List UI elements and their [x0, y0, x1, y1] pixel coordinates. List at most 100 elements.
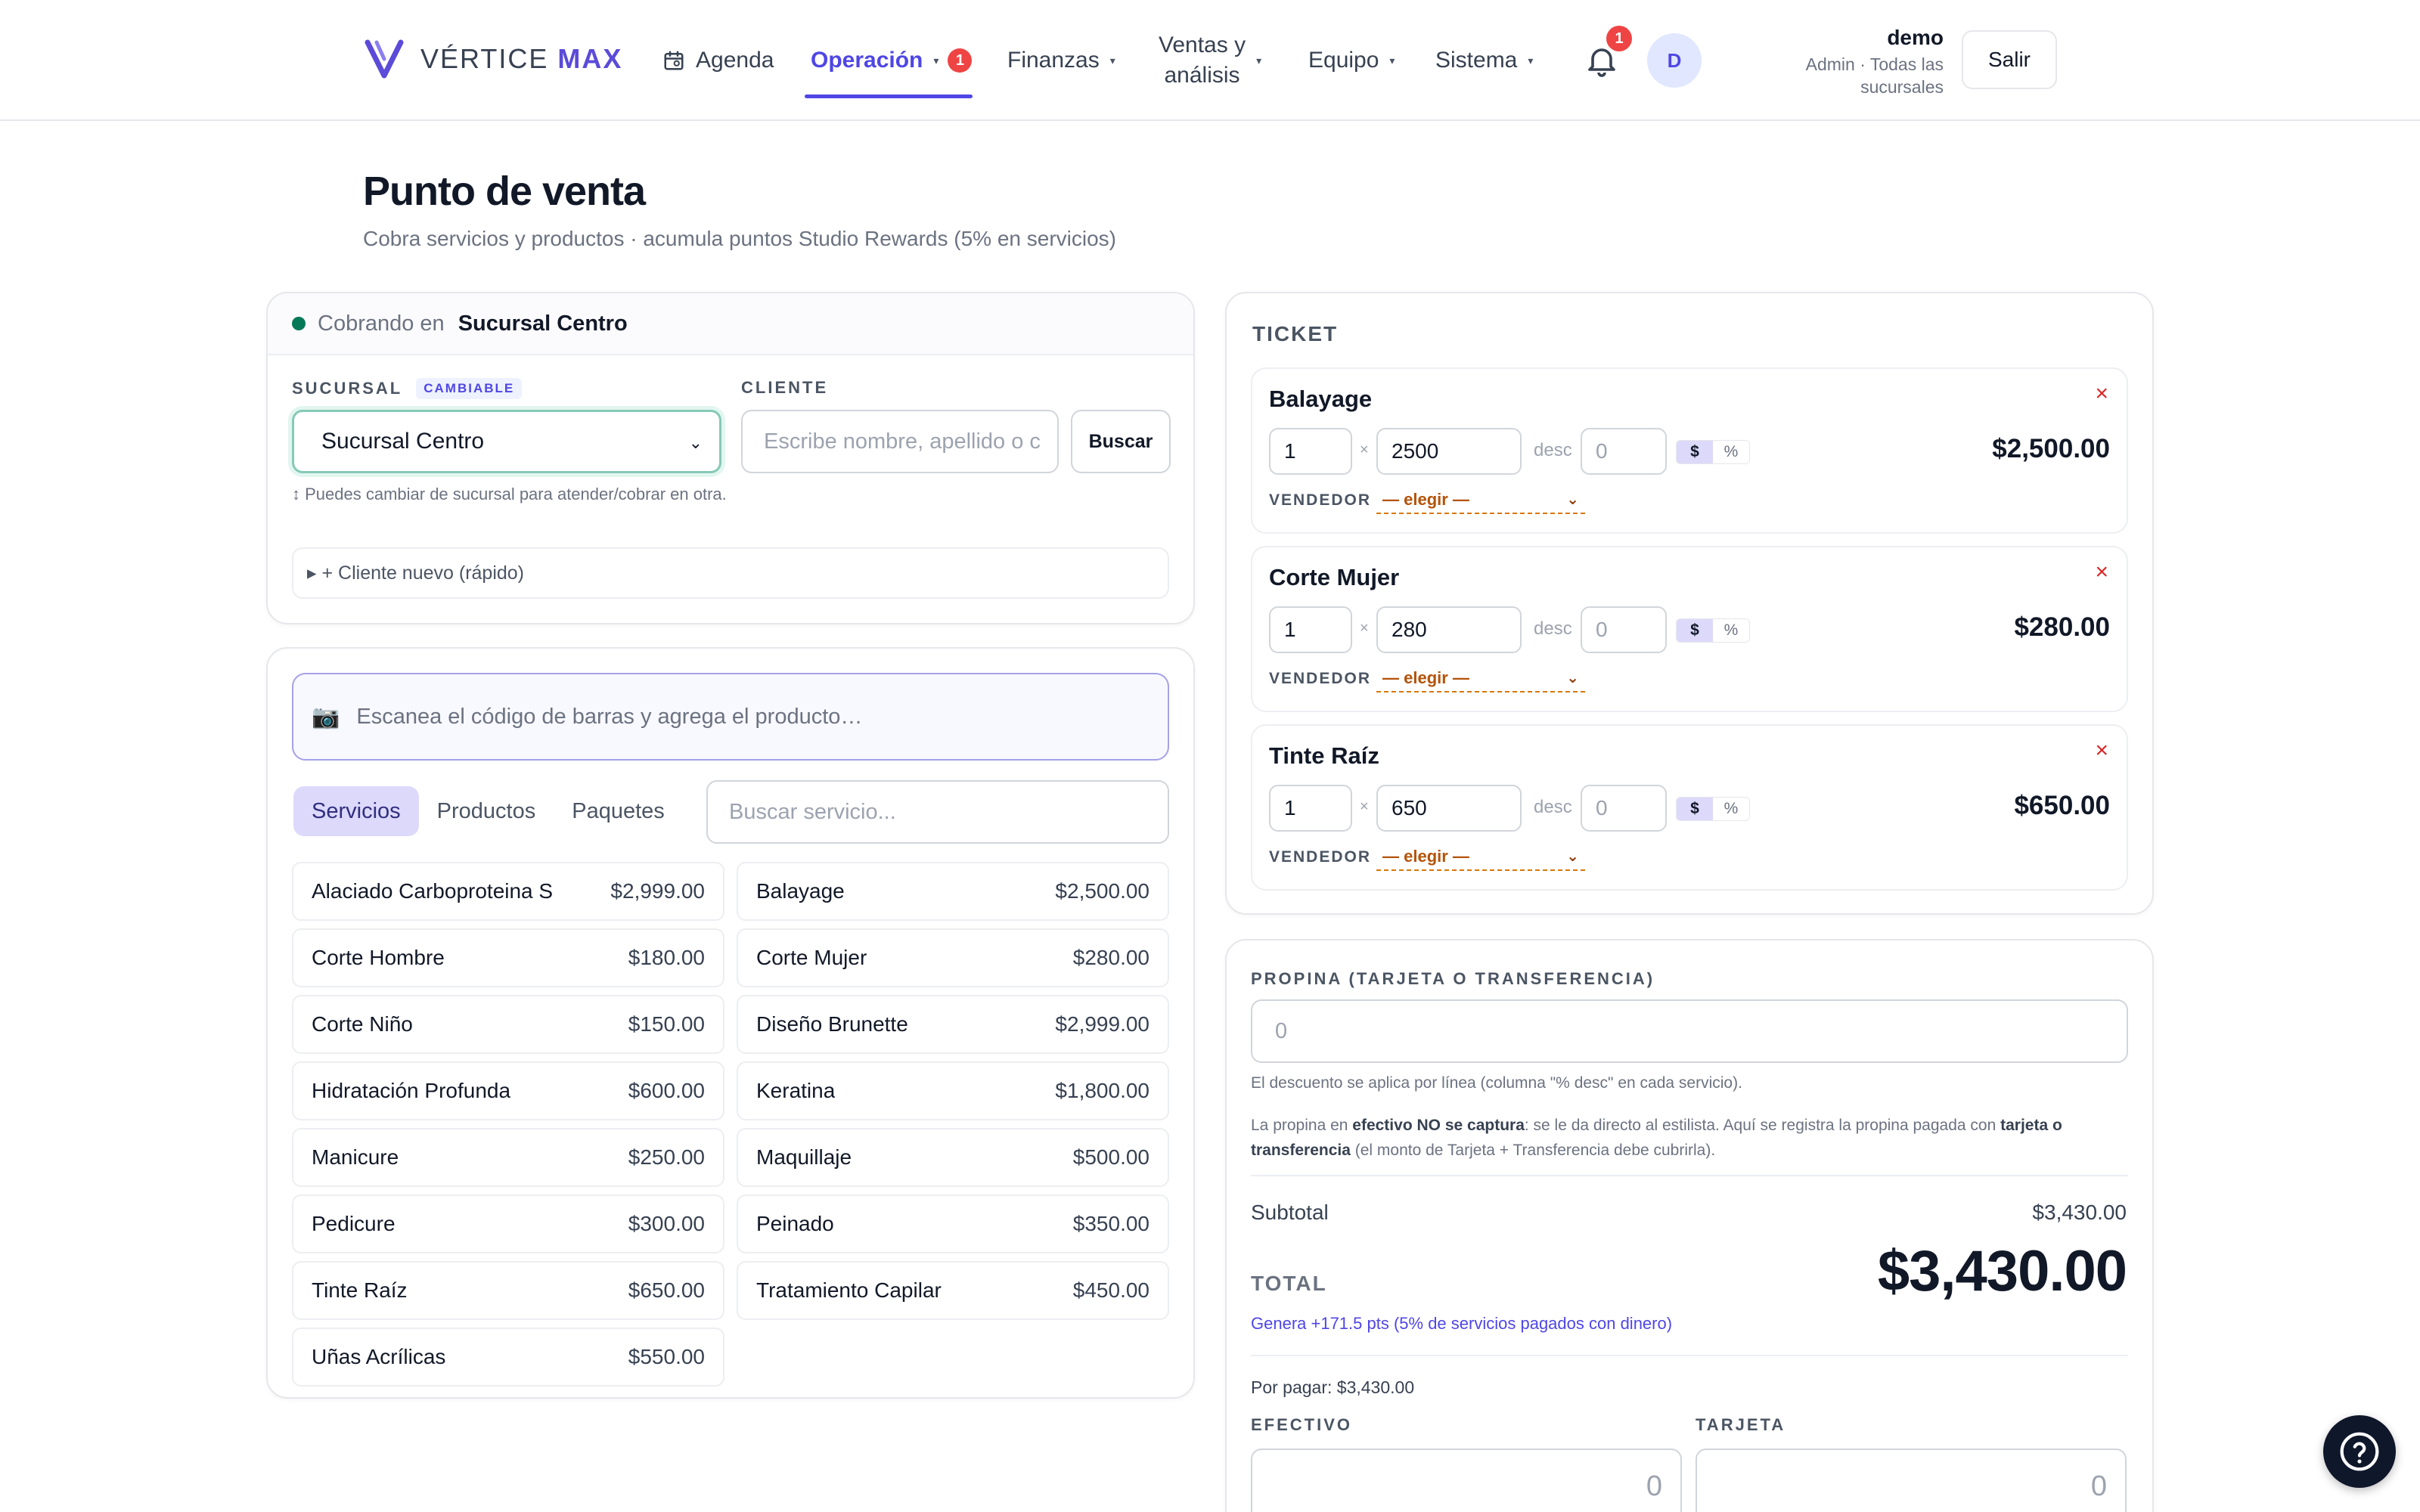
service-item[interactable]: Maquillaje $500.00: [737, 1128, 1169, 1187]
subtotal-value: $3,430.00: [2032, 1201, 2127, 1224]
logout-button[interactable]: Salir: [1962, 30, 2057, 89]
ticket-line-name: Balayage: [1269, 386, 1373, 412]
nav-ventas-label: Ventas y análisis: [1159, 33, 1246, 88]
top-navbar: VÉRTICE MAX Agenda Operación ▾ 1 Finanza…: [0, 0, 2420, 121]
caret-icon: ▾: [933, 54, 939, 67]
total-value: $3,430.00: [1877, 1239, 2127, 1303]
service-item[interactable]: Corte Mujer $280.00: [737, 928, 1169, 987]
sucursal-label-row: SUCURSAL CAMBIABLE: [292, 378, 523, 399]
remove-line-icon[interactable]: ×: [2095, 738, 2108, 764]
page-subtitle: Cobra servicios y productos · acumula pu…: [363, 227, 1116, 250]
tab-productos[interactable]: Productos: [419, 786, 554, 836]
vendor-select[interactable]: — elegir — ⌄: [1376, 665, 1585, 692]
divider: [1251, 1175, 2128, 1176]
unit-price-input[interactable]: 650: [1376, 785, 1522, 832]
subtotal-label: Subtotal: [1251, 1201, 1329, 1224]
times-icon: ×: [1360, 620, 1369, 637]
vendor-label: VENDEDOR: [1269, 491, 1372, 509]
tarjeta-label: TARJETA: [1696, 1415, 1786, 1434]
caret-icon: ▾: [1389, 54, 1395, 67]
tab-paquetes[interactable]: Paquetes: [554, 786, 683, 836]
chevron-down-icon: ⌄: [1566, 848, 1579, 865]
buscar-cliente-button[interactable]: Buscar: [1071, 410, 1171, 473]
discount-percent-option[interactable]: %: [1713, 441, 1749, 463]
discount-percent-option[interactable]: %: [1713, 619, 1749, 642]
nav-equipo[interactable]: Equipo ▾: [1308, 0, 1395, 121]
new-client-toggle[interactable]: ▸ + Cliente nuevo (rápido): [292, 547, 1169, 599]
times-icon: ×: [1360, 798, 1369, 815]
discount-type-toggle: $ %: [1676, 440, 1750, 464]
service-item[interactable]: Balayage $2,500.00: [737, 862, 1169, 921]
service-item[interactable]: Tinte Raíz $650.00: [292, 1261, 724, 1320]
remove-line-icon[interactable]: ×: [2095, 559, 2108, 585]
charging-branch: Sucursal Centro: [458, 311, 628, 336]
charging-banner: Cobrando en Sucursal Centro: [268, 293, 1193, 355]
service-item[interactable]: Keratina $1,800.00: [737, 1061, 1169, 1120]
nav-operacion-label: Operación: [811, 48, 923, 73]
discount-percent-option[interactable]: %: [1713, 798, 1749, 820]
quantity-input[interactable]: 1: [1269, 606, 1352, 653]
service-item[interactable]: Alaciado Carboproteina S $2,999.00: [292, 862, 724, 921]
service-item[interactable]: Manicure $250.00: [292, 1128, 724, 1187]
user-info: demo Admin · Todas las sucursales: [1747, 26, 1944, 98]
discount-money-option[interactable]: $: [1677, 441, 1713, 463]
sucursal-hint: ↕ Puedes cambiar de sucursal para atende…: [292, 485, 727, 503]
efectivo-label: EFECTIVO: [1251, 1415, 1353, 1434]
caret-icon: ▾: [1256, 54, 1262, 67]
efectivo-input[interactable]: 0: [1251, 1448, 1682, 1512]
camera-icon: 📷: [312, 704, 340, 730]
line-total: $650.00: [2014, 791, 2110, 820]
service-item[interactable]: Hidratación Profunda $600.00: [292, 1061, 724, 1120]
nav-agenda[interactable]: Agenda: [662, 0, 774, 121]
discount-money-option[interactable]: $: [1677, 798, 1713, 820]
tarjeta-input[interactable]: 0: [1696, 1448, 2127, 1512]
status-dot-icon: [292, 317, 306, 330]
discount-input[interactable]: 0: [1581, 606, 1667, 653]
tip-label: PROPINA (TARJETA O TRANSFERENCIA): [1251, 969, 1655, 988]
quantity-input[interactable]: 1: [1269, 428, 1352, 475]
avatar[interactable]: D: [1647, 33, 1702, 88]
nav-operacion[interactable]: Operación ▾ 1: [811, 0, 973, 121]
brand-logo[interactable]: VÉRTICE MAX: [365, 38, 622, 80]
remove-line-icon[interactable]: ×: [2095, 381, 2108, 407]
service-item[interactable]: Corte Hombre $180.00: [292, 928, 724, 987]
quantity-input[interactable]: 1: [1269, 785, 1352, 832]
unit-price-input[interactable]: 280: [1376, 606, 1522, 653]
service-item[interactable]: Corte Niño $150.00: [292, 995, 724, 1054]
nav-sistema[interactable]: Sistema ▾: [1435, 0, 1533, 121]
vendor-label: VENDEDOR: [1269, 848, 1372, 866]
vendor-select[interactable]: — elegir — ⌄: [1376, 487, 1585, 514]
cliente-search-input[interactable]: Escribe nombre, apellido o c: [741, 410, 1059, 473]
service-item[interactable]: Peinado $350.00: [737, 1194, 1169, 1253]
cliente-label: CLIENTE: [741, 378, 829, 397]
chevron-down-icon: ⌄: [1566, 670, 1579, 686]
nav-ventas[interactable]: Ventas y análisis ▾: [1159, 0, 1261, 121]
sucursal-select[interactable]: Sucursal Centro ⌄: [292, 410, 721, 473]
discount-input[interactable]: 0: [1581, 428, 1667, 475]
unit-price-input[interactable]: 2500: [1376, 428, 1522, 475]
vendor-label: VENDEDOR: [1269, 670, 1372, 687]
nav-equipo-label: Equipo: [1308, 48, 1379, 73]
times-icon: ×: [1360, 442, 1369, 458]
line-total: $280.00: [2014, 612, 2110, 642]
nav-finanzas[interactable]: Finanzas ▾: [1007, 0, 1115, 121]
discount-input[interactable]: 0: [1581, 785, 1667, 832]
divider: [1251, 1355, 2128, 1356]
vendor-select-value: — elegir —: [1382, 490, 1469, 509]
barcode-scan-input[interactable]: 📷 Escanea el código de barras y agrega e…: [292, 673, 1169, 761]
help-button[interactable]: [2323, 1415, 2396, 1488]
service-search-input[interactable]: Buscar servicio...: [706, 780, 1169, 844]
vendor-select[interactable]: — elegir — ⌄: [1376, 844, 1585, 871]
user-role: Admin · Todas las sucursales: [1805, 54, 1944, 97]
service-item[interactable]: Tratamiento Capilar $450.00: [737, 1261, 1169, 1320]
nav-sistema-label: Sistema: [1435, 48, 1518, 73]
service-item[interactable]: Pedicure $300.00: [292, 1194, 724, 1253]
discount-money-option[interactable]: $: [1677, 619, 1713, 642]
service-item[interactable]: Diseño Brunette $2,999.00: [737, 995, 1169, 1054]
tab-servicios[interactable]: Servicios: [293, 786, 419, 836]
service-item[interactable]: Uñas Acrílicas $550.00: [292, 1328, 724, 1387]
operacion-badge: 1: [948, 48, 973, 73]
tip-input[interactable]: 0: [1251, 999, 2128, 1063]
desc-label: desc: [1534, 618, 1572, 639]
total-label: TOTAL: [1251, 1272, 1327, 1295]
